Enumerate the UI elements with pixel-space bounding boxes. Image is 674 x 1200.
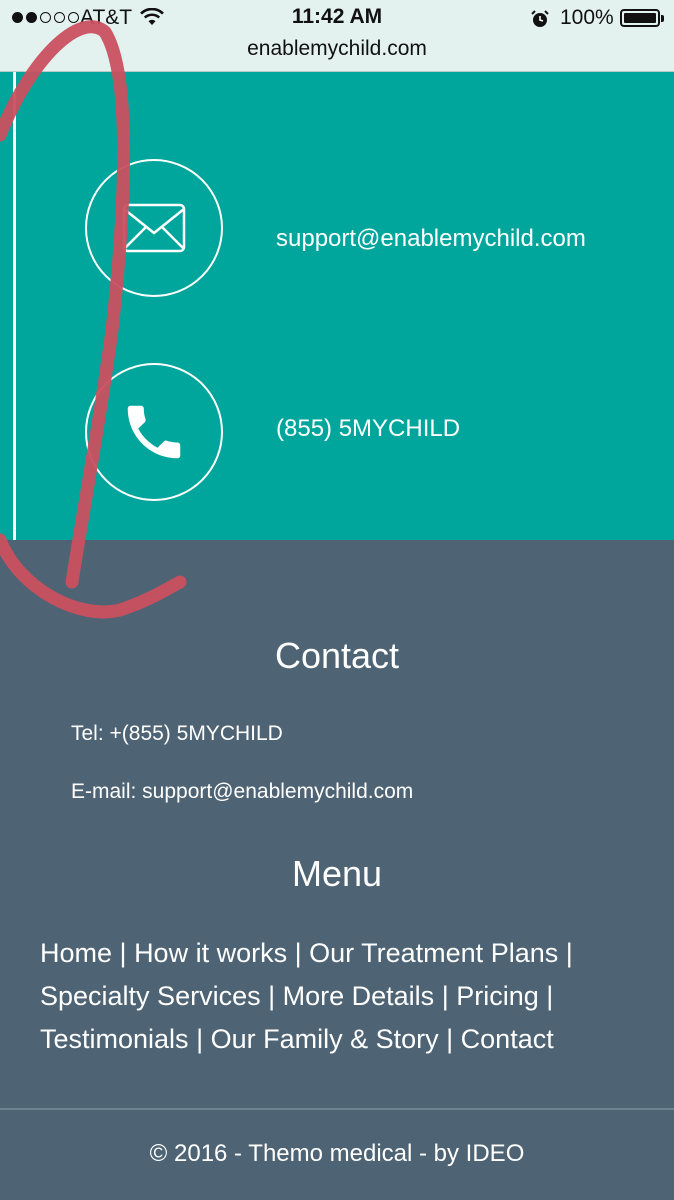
menu-heading: Menu xyxy=(291,853,383,894)
menu-link-treatment-plans[interactable]: Our Treatment Plans xyxy=(309,938,558,968)
menu-separator: | xyxy=(546,981,554,1011)
menu-separator: | xyxy=(441,981,457,1011)
menu-link-home[interactable]: Home xyxy=(40,938,112,968)
menu-link-how-it-works[interactable]: How it works xyxy=(134,938,287,968)
contact-banner: support@enablemychild.com (855) 5MYCHILD xyxy=(0,72,674,540)
phone-circle-button[interactable] xyxy=(85,363,223,501)
menu-link-contact[interactable]: Contact xyxy=(461,1024,554,1054)
menu-separator: | xyxy=(119,938,135,968)
footer-tel[interactable]: Tel: +(855) 5MYCHILD xyxy=(71,722,283,746)
menu-link-pricing[interactable]: Pricing xyxy=(456,981,539,1011)
menu-separator: | xyxy=(268,981,283,1011)
envelope-icon xyxy=(122,203,186,253)
footer-email[interactable]: E-mail: support@enablemychild.com xyxy=(71,780,413,804)
status-bar: AT&T 11:42 AM 100% xyxy=(0,0,674,36)
footer: Contact Tel: +(855) 5MYCHILD E-mail: sup… xyxy=(0,540,674,1200)
address-bar-url[interactable]: enablemychild.com xyxy=(0,37,674,61)
menu-link-testimonials[interactable]: Testimonials xyxy=(40,1024,189,1054)
copyright-text: © 2016 - Themo medical - by IDEO xyxy=(149,1140,525,1167)
menu-separator: | xyxy=(294,938,310,968)
footer-divider xyxy=(0,1108,674,1110)
menu-separator: | xyxy=(446,1024,461,1054)
banner-email-link[interactable]: support@enablemychild.com xyxy=(276,225,586,253)
footer-menu: Home | How it works | Our Treatment Plan… xyxy=(40,932,640,1061)
menu-link-more-details[interactable]: More Details xyxy=(283,981,435,1011)
menu-link-family-story[interactable]: Our Family & Story xyxy=(211,1024,439,1054)
menu-separator: | xyxy=(196,1024,211,1054)
email-circle-button[interactable] xyxy=(85,159,223,297)
browser-top-bar: AT&T 11:42 AM 100% enablemychild.com xyxy=(0,0,674,72)
menu-link-specialty-services[interactable]: Specialty Services xyxy=(40,981,261,1011)
alarm-icon xyxy=(530,9,550,34)
battery-icon xyxy=(620,9,664,27)
contact-heading: Contact xyxy=(274,635,400,676)
menu-separator: | xyxy=(565,938,573,968)
vertical-divider xyxy=(13,72,16,540)
battery-percentage: 100% xyxy=(560,6,614,29)
banner-phone-link[interactable]: (855) 5MYCHILD xyxy=(276,415,460,443)
phone-icon xyxy=(127,405,181,459)
